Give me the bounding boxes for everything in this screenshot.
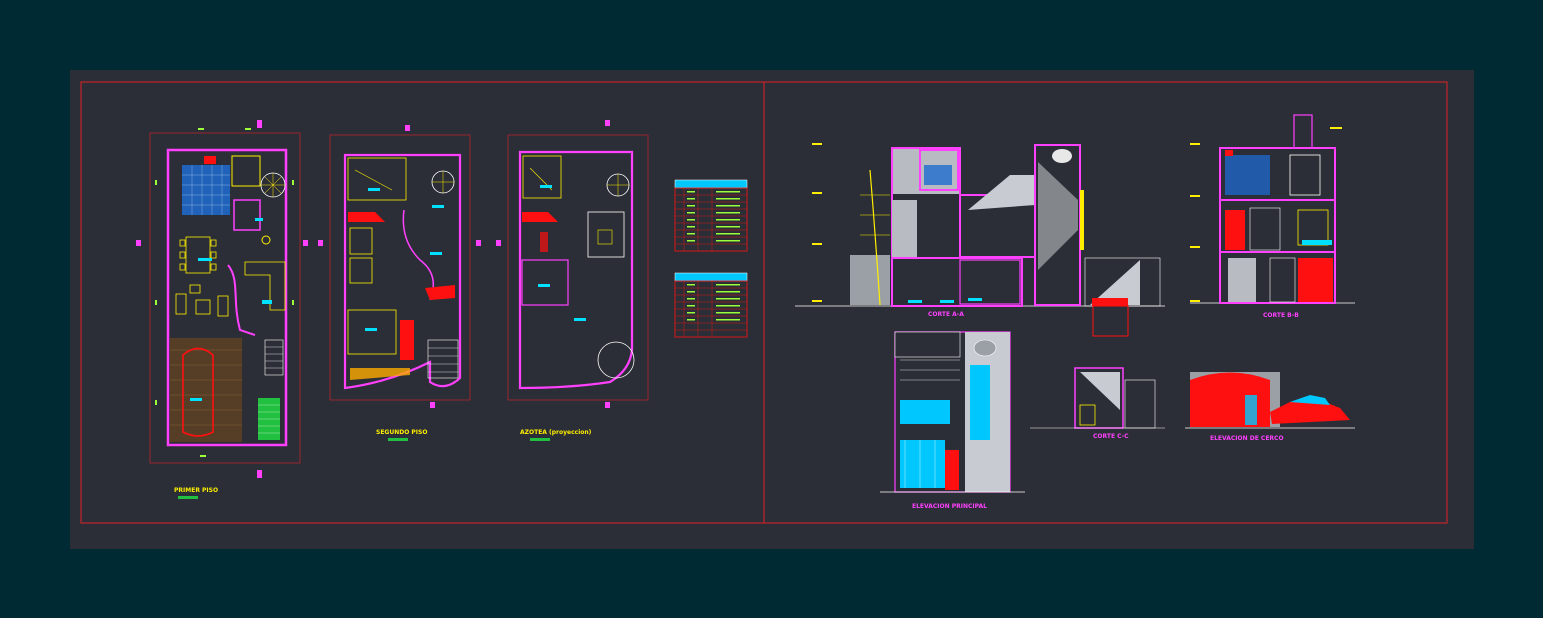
section-b-b: CORTE B-B bbox=[1190, 114, 1355, 319]
front-elevation-title: ELEVACION PRINCIPAL bbox=[912, 503, 987, 510]
section-b-title: CORTE B-B bbox=[1263, 312, 1299, 319]
second-floor-title: SEGUNDO PISO bbox=[376, 429, 427, 436]
fence-elevation-title: ELEVACION DE CERCO bbox=[1210, 435, 1284, 442]
fence-elevation: ELEVACION DE CERCO bbox=[1185, 372, 1355, 442]
windows-table bbox=[674, 272, 748, 338]
section-a-a: CORTE A-A bbox=[795, 143, 1165, 337]
section-a-title: CORTE A-A bbox=[928, 311, 964, 318]
doors-table bbox=[674, 179, 748, 252]
ground-floor-title: PRIMER PISO bbox=[174, 487, 218, 494]
roof-plan: AZOTEA (proyeccion) bbox=[496, 120, 649, 441]
section-c-c: CORTE C-C bbox=[1030, 367, 1165, 440]
ground-floor-plan: PRIMER PISO bbox=[136, 120, 308, 499]
section-c-title: CORTE C-C bbox=[1093, 433, 1129, 440]
front-elevation: ELEVACION PRINCIPAL bbox=[880, 331, 1025, 510]
cad-drawing: PRIMER PISO SEGUNDO PISO AZOTEA (proyecc… bbox=[80, 81, 1448, 524]
second-floor-plan: SEGUNDO PISO bbox=[318, 125, 481, 441]
roof-title: AZOTEA (proyeccion) bbox=[520, 429, 592, 436]
